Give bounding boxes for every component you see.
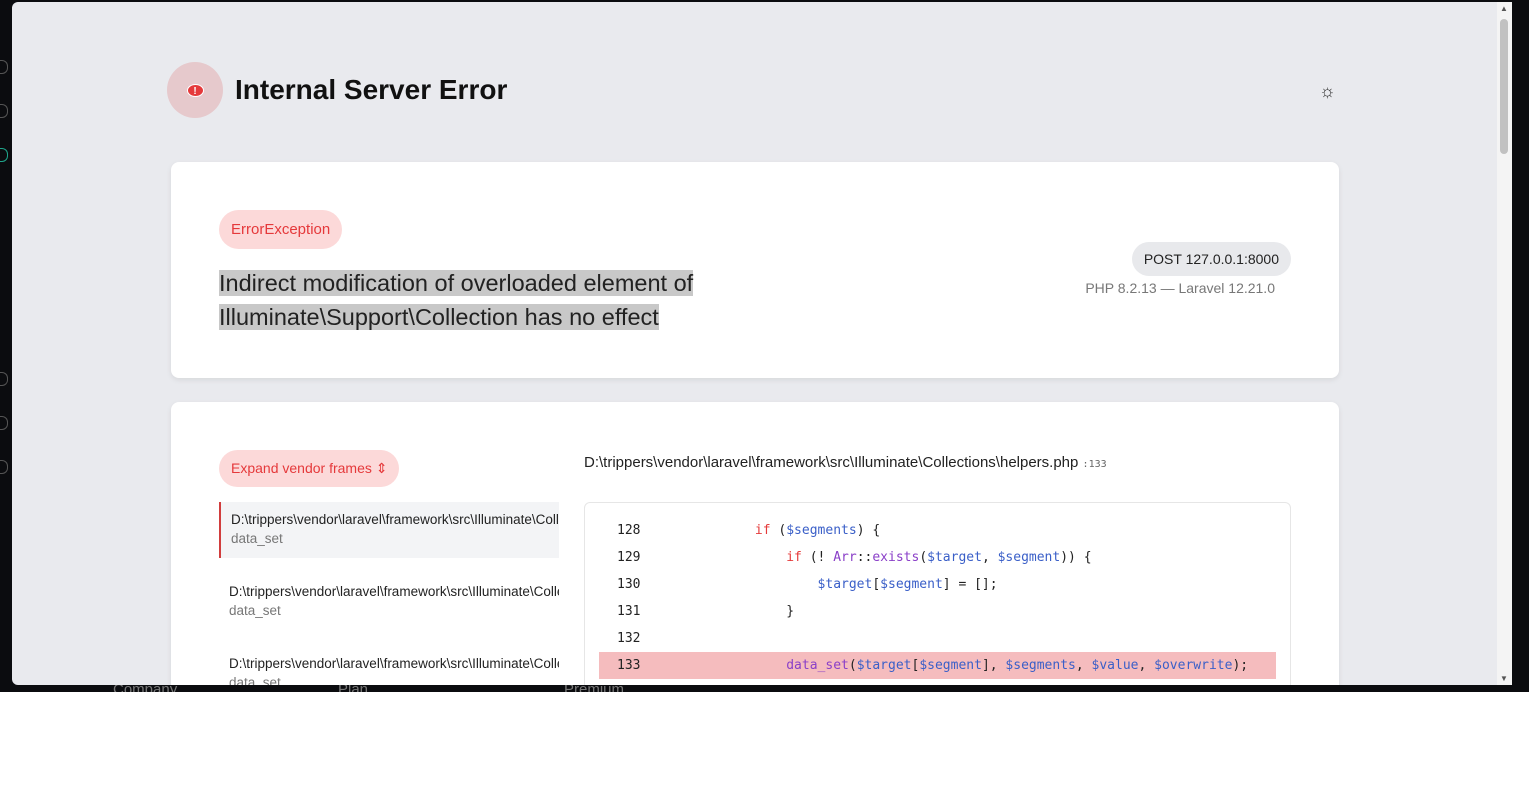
code-token: ],: [981, 658, 1006, 673]
code-line-number: 130: [617, 577, 641, 592]
folder-icon: [0, 104, 8, 118]
code-token: if: [754, 523, 771, 538]
background-table-header: Company Plan Premium: [0, 684, 1529, 692]
eye-icon: [0, 372, 8, 386]
code-line-number: 132: [617, 631, 641, 646]
column-premium: Premium: [564, 684, 624, 692]
stack-frame[interactable]: D:\trippers\vendor\laravel\framework\src…: [219, 574, 559, 630]
code-line: 132: [599, 625, 1276, 652]
document-icon: [0, 148, 8, 162]
expand-vendor-frames-button[interactable]: Expand vendor frames ⇕: [219, 450, 400, 487]
code-token: if: [786, 550, 802, 565]
code-token: (: [848, 658, 857, 673]
chevron-updown-icon: ⇕: [375, 460, 388, 476]
code-token: (: [919, 550, 928, 565]
code-token: Arr: [833, 550, 857, 565]
code-token: ] = [];: [942, 577, 998, 592]
code-token: $target: [927, 550, 982, 565]
home-icon: [0, 60, 8, 74]
code-token: );: [1232, 658, 1249, 673]
code-token: }: [661, 604, 795, 619]
frame-path: D:\trippers\vendor\laravel\framework\src…: [231, 512, 559, 527]
code-token: (: [770, 523, 787, 538]
code-token: [: [872, 577, 881, 592]
column-company: Company: [113, 684, 177, 692]
exception-type-badge: ErrorException: [219, 210, 343, 249]
file-path-text: D:\trippers\vendor\laravel\framework\src…: [584, 454, 1079, 471]
code-token: (!: [801, 550, 834, 565]
exception-message: Indirect modification of overloaded elem…: [219, 266, 749, 334]
code-line-number: 129: [617, 550, 641, 565]
code-line: 130 $target[$segment] = [];: [599, 571, 1276, 598]
frame-function: data_set: [231, 531, 283, 546]
stack-frame[interactable]: D:\trippers\vendor\laravel\framework\src…: [219, 646, 559, 685]
code-token: $value: [1091, 658, 1139, 673]
code-line-number: 133: [617, 658, 641, 673]
code-snippet: 128 if ($segments) {129 if (! Arr:: exist…: [584, 502, 1291, 685]
code-line: 133 data_set($target[$segment], $segment…: [599, 652, 1276, 679]
stack-frame[interactable]: D:\trippers\vendor\laravel\framework\src…: [219, 502, 559, 558]
code-token: exists: [872, 550, 920, 565]
code-line: 128 if ($segments) {: [599, 517, 1276, 544]
code-line-number: 131: [617, 604, 641, 619]
column-plan: Plan: [338, 684, 368, 692]
version-info: PHP 8.2.13 — Laravel 12.21.0: [1085, 280, 1275, 296]
exception-card: ErrorException Indirect modification of …: [171, 162, 1339, 378]
frame-path: D:\trippers\vendor\laravel\framework\src…: [229, 656, 559, 671]
expand-label: Expand vendor frames: [231, 460, 372, 476]
eye-icon: [0, 416, 8, 430]
stack-trace-card: Expand vendor frames ⇕ D:\trippers\vendo…: [171, 402, 1339, 685]
frame-function: data_set: [229, 675, 281, 685]
code-token: $target: [817, 577, 873, 592]
code-token: $segment: [997, 550, 1061, 565]
code-token: $target: [856, 658, 912, 673]
request-badge: POST 127.0.0.1:8000: [1131, 242, 1291, 276]
scroll-down-icon[interactable]: ▼: [1500, 674, 1508, 683]
eye-icon: [0, 460, 8, 474]
code-token: $segments: [1005, 658, 1076, 673]
code-token: )) {: [1060, 550, 1092, 565]
code-token: $segment: [880, 577, 943, 592]
code-line: 129 if (! Arr:: exists($target, $segment)…: [599, 544, 1276, 571]
code-token: data_set: [786, 658, 849, 673]
exception-message-text: Indirect modification of overloaded elem…: [219, 270, 694, 330]
sun-icon[interactable]: ☼: [1319, 81, 1336, 102]
scrollbar-thumb[interactable]: [1500, 19, 1508, 154]
error-modal: ! Internal Server Error ☼ ErrorException…: [12, 2, 1512, 685]
code-line-number: 128: [617, 523, 641, 538]
code-token: ) {: [856, 523, 881, 538]
frame-path: D:\trippers\vendor\laravel\framework\src…: [229, 584, 559, 599]
code-token: $segment: [919, 658, 982, 673]
code-line: 131 }: [599, 598, 1276, 625]
file-path: D:\trippers\vendor\laravel\framework\src…: [584, 454, 1107, 471]
scrollbar[interactable]: ▲ ▼: [1497, 2, 1512, 685]
line-number: :133: [1082, 459, 1107, 470]
scroll-up-icon[interactable]: ▲: [1500, 4, 1508, 13]
code-token: ,: [981, 550, 998, 565]
code-token: ,: [1075, 658, 1092, 673]
code-token: $overwrite: [1154, 658, 1233, 673]
page-title: Internal Server Error: [235, 74, 508, 105]
code-token: $segments: [786, 523, 857, 538]
code-token: ,: [1138, 658, 1155, 673]
code-token: [: [911, 658, 920, 673]
code-token: ::: [856, 550, 873, 565]
error-icon: !: [167, 62, 223, 118]
frame-function: data_set: [229, 603, 281, 618]
